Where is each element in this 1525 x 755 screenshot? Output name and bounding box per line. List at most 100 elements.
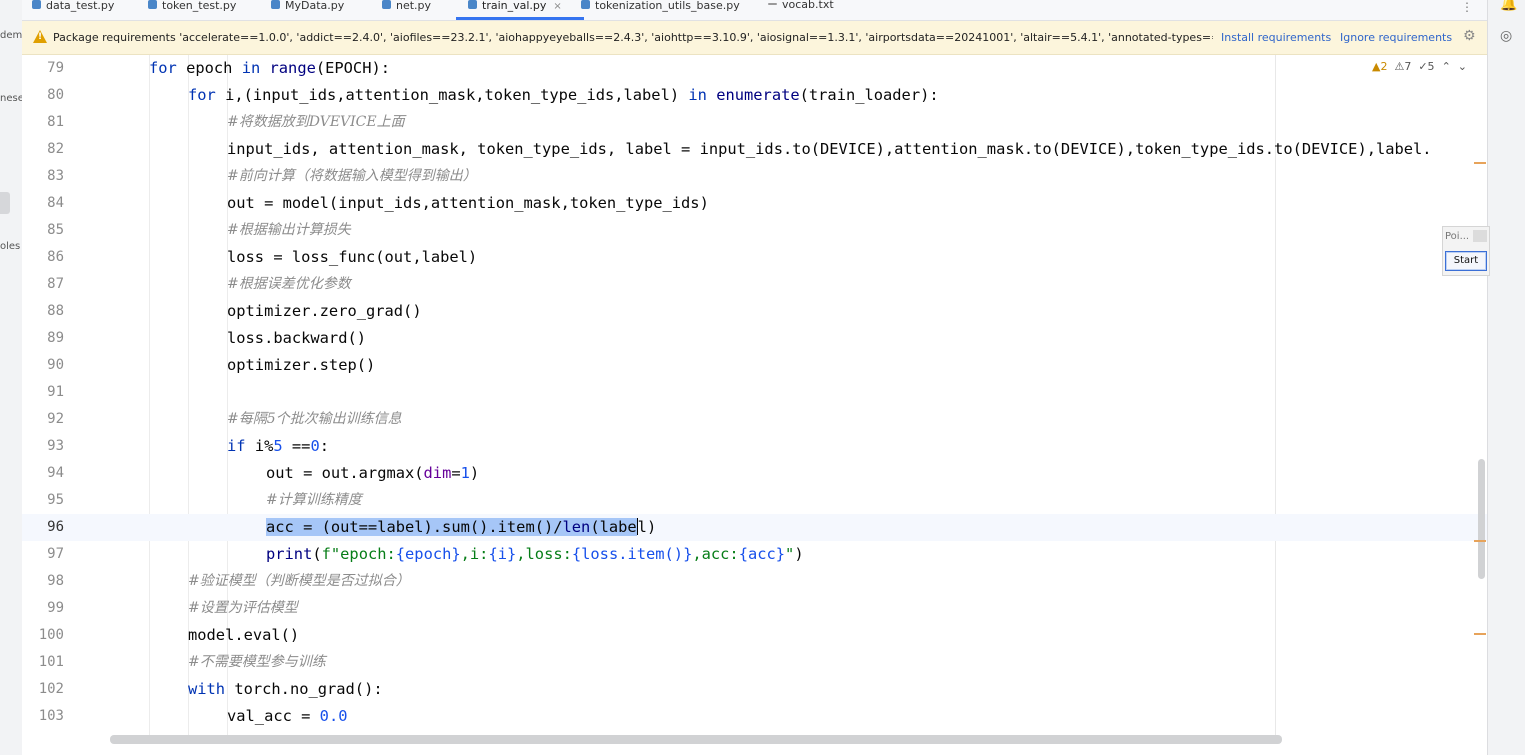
line-number: 92 — [47, 411, 64, 427]
current-code-line: 96 acc = (out==label).sum().item()/len(la… — [22, 514, 1487, 541]
tab-label: token_test.py — [162, 0, 237, 12]
code-line: 95 #计算训练精度 — [22, 487, 1487, 514]
install-requirements-link[interactable]: Install requirements — [1221, 31, 1331, 44]
line-number: 79 — [47, 60, 64, 76]
left-label-1[interactable]: dem — [0, 30, 22, 41]
selected-code-text[interactable]: acc = (out==label).sum().item()/len(labe… — [266, 514, 656, 541]
code-line: 85 #根据输出计算损失 — [22, 217, 1487, 244]
code-text: optimizer.zero_grad() — [227, 302, 422, 320]
code-line: 90 optimizer.step() — [22, 352, 1487, 379]
line-number: 96 — [47, 519, 64, 535]
line-number: 86 — [47, 249, 64, 265]
code-line: 89 loss.backward() — [22, 325, 1487, 352]
code-line: 91 — [22, 379, 1487, 406]
tab-net[interactable]: net.py — [382, 0, 431, 20]
code-comment: #计算训练精度 — [266, 492, 362, 508]
error-stripe-mark[interactable] — [1474, 162, 1486, 164]
code-text: loss.backward() — [227, 329, 366, 347]
code-line: 92 #每隔5个批次输出训练信息 — [22, 406, 1487, 433]
code-line: 83 #前向计算（将数据输入模型得到输出） — [22, 163, 1487, 190]
horizontal-scrollbar-thumb[interactable] — [110, 735, 1282, 744]
inspection-widget[interactable]: ▲2 ⚠7 ✓5 ⌃ ⌄ — [1372, 60, 1467, 73]
tab-data-test[interactable]: data_test.py — [32, 0, 114, 20]
left-label-2[interactable]: nese — [0, 93, 24, 104]
horizontal-scrollbar[interactable] — [22, 735, 1487, 755]
editor-tab-bar: data_test.py token_test.py MyData.py net… — [22, 0, 1487, 21]
typo-count[interactable]: ✓5 — [1418, 60, 1434, 73]
requirements-message: Package requirements 'accelerate==1.0.0'… — [53, 31, 1213, 44]
code-line: 80 for i,(input_ids,attention_mask,token_… — [22, 82, 1487, 109]
tab-tokenization-utils-base[interactable]: tokenization_utils_base.py — [581, 0, 740, 20]
code-text: input_ids, attention_mask, token_type_id… — [227, 140, 1432, 158]
tab-train-val[interactable]: train_val.py × — [456, 0, 584, 20]
line-number: 85 — [47, 222, 64, 238]
code-line: 100 model.eval() — [22, 622, 1487, 649]
left-panel-handle[interactable] — [0, 192, 10, 214]
gear-icon[interactable]: ⚙ — [1463, 28, 1476, 44]
line-number: 88 — [47, 303, 64, 319]
chevron-up-icon[interactable]: ⌃ — [1442, 60, 1451, 73]
line-number: 98 — [47, 573, 64, 589]
python-file-icon — [271, 0, 280, 9]
line-number: 80 — [47, 87, 64, 103]
code-text: print(f"epoch:{epoch},i:{i},loss:{loss.i… — [266, 545, 804, 563]
code-text: model.eval() — [188, 626, 300, 644]
tab-vocab[interactable]: vocab.txt — [768, 0, 834, 20]
line-number: 94 — [47, 465, 64, 481]
code-text: if i%5 ==0: — [227, 437, 330, 455]
line-number: 102 — [38, 681, 64, 697]
tab-label: tokenization_utils_base.py — [595, 0, 740, 12]
warning-mark: ! — [38, 32, 43, 42]
notifications-icon[interactable]: 🔔 — [1500, 0, 1517, 12]
line-number: 91 — [47, 384, 64, 400]
tab-token-test[interactable]: token_test.py — [148, 0, 236, 20]
warning-count[interactable]: ▲2 — [1372, 60, 1387, 73]
line-number: 101 — [38, 654, 64, 670]
line-number: 90 — [47, 357, 64, 373]
code-line: 101 #不需要模型参与训练 — [22, 649, 1487, 676]
line-number: 100 — [38, 627, 64, 643]
panel-minimize-button[interactable] — [1473, 230, 1487, 242]
error-stripe-mark[interactable] — [1474, 540, 1486, 542]
ai-assistant-icon[interactable]: ◎ — [1500, 28, 1512, 44]
line-number: 82 — [47, 141, 64, 157]
line-number: 81 — [47, 114, 64, 130]
python-file-icon — [382, 0, 391, 9]
tab-label: train_val.py — [482, 0, 547, 12]
weak-warning-count[interactable]: ⚠7 — [1394, 60, 1411, 73]
code-text: for epoch in range(EPOCH): — [149, 59, 390, 77]
code-line: 103 val_acc = 0.0 — [22, 703, 1487, 730]
line-number: 87 — [47, 276, 64, 292]
code-comment: #根据输出计算损失 — [227, 222, 351, 238]
code-comment: #前向计算（将数据输入模型得到输出） — [227, 168, 477, 184]
code-line: 87 #根据误差优化参数 — [22, 271, 1487, 298]
chevron-down-icon[interactable]: ⌄ — [1458, 60, 1467, 73]
floating-tool-panel: Poi... Start — [1442, 226, 1490, 276]
start-button[interactable]: Start — [1445, 251, 1487, 271]
error-stripe-mark[interactable] — [1474, 633, 1486, 635]
line-number: 103 — [38, 708, 64, 724]
vertical-scrollbar-thumb[interactable] — [1478, 459, 1485, 579]
more-tabs-icon[interactable]: ⋮ — [1461, 0, 1473, 14]
code-line: 81 #将数据放到DVEVICE上面 — [22, 109, 1487, 136]
code-line: 97 print(f"epoch:{epoch},i:{i},loss:{loss… — [22, 541, 1487, 568]
left-label-3[interactable]: oles — [0, 241, 20, 252]
line-number: 89 — [47, 330, 64, 346]
tab-mydata[interactable]: MyData.py — [271, 0, 344, 20]
code-text: with torch.no_grad(): — [188, 680, 383, 698]
line-number: 95 — [47, 492, 64, 508]
code-line: 98 #验证模型（判断模型是否过拟合） — [22, 568, 1487, 595]
code-editor[interactable]: 79 for epoch in range(EPOCH): 80 for i,(in… — [22, 55, 1487, 735]
package-requirements-banner: ! Package requirements 'accelerate==1.0.… — [22, 21, 1487, 55]
tab-label: MyData.py — [285, 0, 345, 12]
line-number: 83 — [47, 168, 64, 184]
ignore-requirements-link[interactable]: Ignore requirements — [1340, 31, 1452, 44]
code-line: 99 #设置为评估模型 — [22, 595, 1487, 622]
line-number: 97 — [47, 546, 64, 562]
tab-label: vocab.txt — [782, 0, 834, 11]
code-text: out = model(input_ids,attention_mask,tok… — [227, 194, 709, 212]
python-file-icon — [32, 0, 41, 9]
code-text: for i,(input_ids,attention_mask,token_ty… — [188, 86, 939, 104]
close-icon[interactable]: × — [553, 1, 561, 12]
code-text: loss = loss_func(out,label) — [227, 248, 478, 266]
